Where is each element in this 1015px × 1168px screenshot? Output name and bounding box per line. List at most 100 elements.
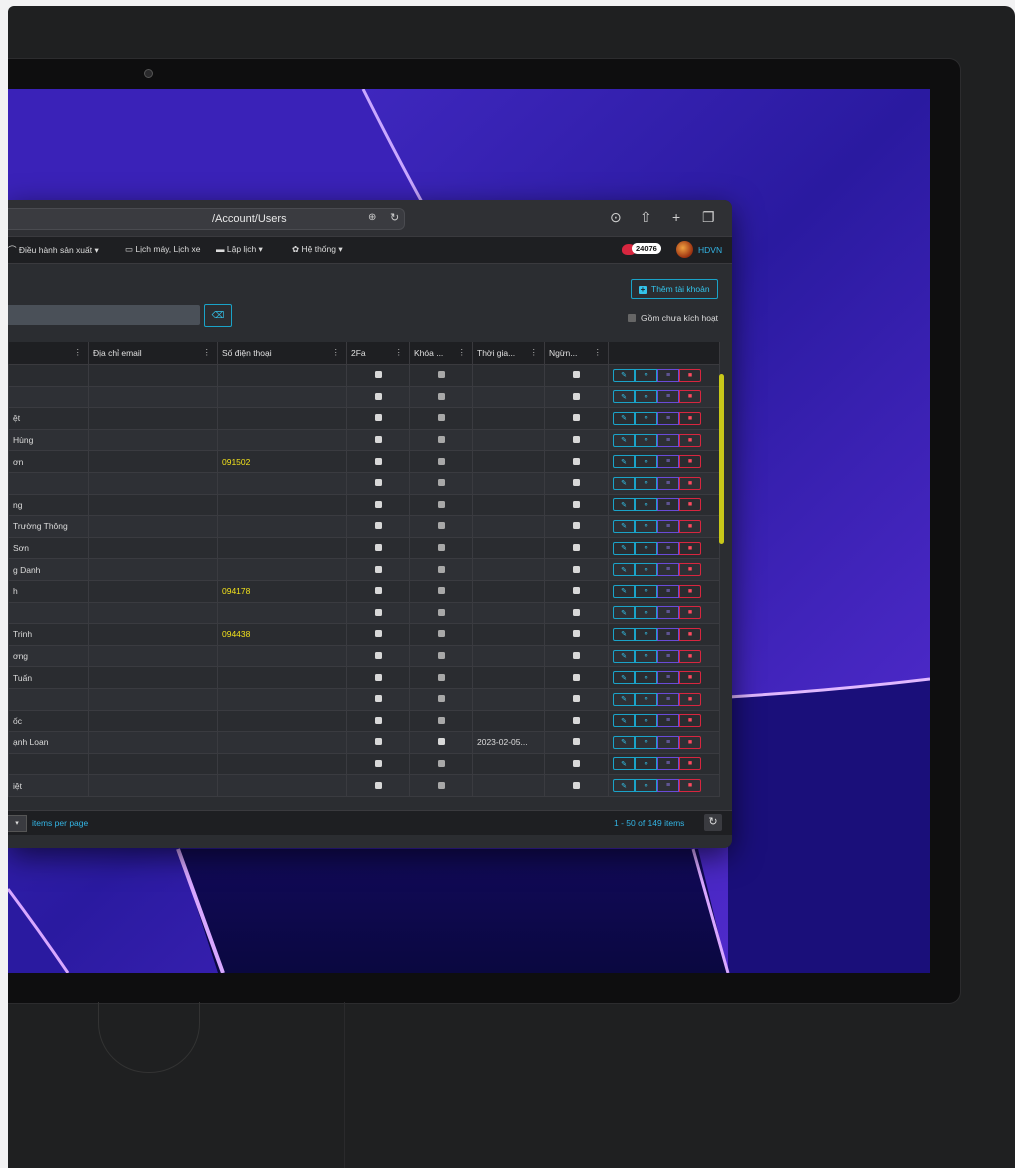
trash-icon[interactable]: ■ [679,671,701,685]
lock-checkbox[interactable] [437,414,445,422]
stop-checkbox[interactable] [573,695,580,703]
stop-checkbox[interactable] [573,457,580,465]
key-icon[interactable]: ⚬ [635,606,657,620]
pencil-icon[interactable]: ✎ [613,563,635,577]
2fa-checkbox[interactable] [374,457,382,465]
list-icon[interactable]: ≡ [657,411,679,425]
stop-checkbox[interactable] [573,781,580,789]
table-row[interactable]: ✎ ⚬ ≡ ■ [8,601,720,625]
2fa-checkbox[interactable] [374,392,382,400]
2fa-checkbox[interactable] [374,371,382,379]
table-row[interactable]: iệt ✎ ⚬ ≡ ■ [8,774,720,797]
table-row[interactable]: ✎ ⚬ ≡ ■ [8,471,720,495]
pencil-icon[interactable]: ✎ [613,541,635,555]
stop-checkbox[interactable] [573,414,580,422]
col-email[interactable]: Địa chỉ email ⋮ [88,342,218,365]
column-menu-icon[interactable]: ⋮ [203,347,212,358]
trash-icon[interactable]: ■ [679,563,701,577]
lock-checkbox[interactable] [437,630,445,638]
list-icon[interactable]: ≡ [657,779,679,793]
col-stop[interactable]: Ngừn... ⋮ [544,342,609,365]
key-icon[interactable]: ⚬ [635,735,657,749]
lock-checkbox[interactable] [437,716,445,724]
list-icon[interactable]: ≡ [657,606,679,620]
list-icon[interactable]: ≡ [657,757,679,771]
trash-icon[interactable]: ■ [679,411,701,425]
key-icon[interactable]: ⚬ [635,390,657,404]
stop-checkbox[interactable] [573,392,580,400]
pencil-icon[interactable]: ✎ [613,498,635,512]
list-icon[interactable]: ≡ [657,519,679,533]
stop-checkbox[interactable] [573,500,580,508]
user-name[interactable]: HDVN [698,245,722,255]
list-icon[interactable]: ≡ [657,584,679,598]
2fa-checkbox[interactable] [374,479,382,487]
key-icon[interactable]: ⚬ [635,627,657,641]
stop-checkbox[interactable] [573,544,580,552]
table-row[interactable]: Trinh 094438 ✎ ⚬ ≡ ■ [8,623,720,646]
key-icon[interactable]: ⚬ [635,368,657,382]
nav-production[interactable]: ⌒ Điều hành sản xuất ▾ [8,244,99,256]
refresh-icon[interactable]: ↻ [704,814,722,831]
list-icon[interactable]: ≡ [657,476,679,490]
table-row[interactable]: ng ✎ ⚬ ≡ ■ [8,493,720,517]
stop-checkbox[interactable] [573,479,580,487]
key-icon[interactable]: ⚬ [635,584,657,598]
col-2fa[interactable]: 2Fa ⋮ [346,342,410,365]
pencil-icon[interactable]: ✎ [613,519,635,533]
per-page-select[interactable]: ▾ [8,815,27,832]
key-icon[interactable]: ⚬ [635,779,657,793]
2fa-checkbox[interactable] [374,587,382,595]
column-menu-icon[interactable]: ⋮ [458,347,467,358]
pencil-icon[interactable]: ✎ [613,757,635,771]
table-row[interactable]: ✎ ⚬ ≡ ■ [8,364,720,387]
trash-icon[interactable]: ■ [679,714,701,728]
stop-checkbox[interactable] [573,759,580,767]
stop-checkbox[interactable] [573,436,580,444]
translate-icon[interactable]: ⊕ [368,212,376,223]
column-menu-icon[interactable]: ⋮ [530,347,539,358]
pencil-icon[interactable]: ✎ [613,584,635,598]
list-icon[interactable]: ≡ [657,563,679,577]
pencil-icon[interactable]: ✎ [613,627,635,641]
col-time[interactable]: Thời gia... ⋮ [472,342,545,365]
col-name[interactable]: ⋮ [8,342,89,365]
pencil-icon[interactable]: ✎ [613,649,635,663]
pencil-icon[interactable]: ✎ [613,671,635,685]
2fa-checkbox[interactable] [374,759,382,767]
table-row[interactable]: Sơn ✎ ⚬ ≡ ■ [8,536,720,560]
pencil-icon[interactable]: ✎ [613,606,635,620]
table-row[interactable]: Trường Thông ✎ ⚬ ≡ ■ [8,515,720,538]
new-tab-icon[interactable]: + [672,209,680,225]
key-icon[interactable]: ⚬ [635,757,657,771]
pencil-icon[interactable]: ✎ [613,455,635,469]
lock-checkbox[interactable] [437,695,445,703]
lock-checkbox[interactable] [437,436,445,444]
list-icon[interactable]: ≡ [657,541,679,555]
list-icon[interactable]: ≡ [657,390,679,404]
key-icon[interactable]: ⚬ [635,671,657,685]
2fa-checkbox[interactable] [374,608,382,616]
table-row[interactable]: Hùng ✎ ⚬ ≡ ■ [8,428,720,452]
scrollbar[interactable] [719,374,724,544]
table-row[interactable]: ✎ ⚬ ≡ ■ [8,752,720,776]
pencil-icon[interactable]: ✎ [613,735,635,749]
list-icon[interactable]: ≡ [657,368,679,382]
stop-checkbox[interactable] [573,371,580,379]
pencil-icon[interactable]: ✎ [613,714,635,728]
download-icon[interactable]: ⊙ [610,209,622,226]
table-row[interactable]: ✎ ⚬ ≡ ■ [8,385,720,409]
key-icon[interactable]: ⚬ [635,692,657,706]
trash-icon[interactable]: ■ [679,390,701,404]
lock-checkbox[interactable] [437,500,445,508]
reload-icon[interactable]: ↻ [390,211,399,224]
lock-checkbox[interactable] [437,608,445,616]
2fa-checkbox[interactable] [374,500,382,508]
tabs-icon[interactable]: ❐ [702,209,715,226]
lock-checkbox[interactable] [437,781,445,789]
table-row[interactable]: ơn 091502 ✎ ⚬ ≡ ■ [8,450,720,473]
2fa-checkbox[interactable] [374,414,382,422]
list-icon[interactable]: ≡ [657,649,679,663]
table-row[interactable]: h 094178 ✎ ⚬ ≡ ■ [8,579,720,603]
key-icon[interactable]: ⚬ [635,714,657,728]
